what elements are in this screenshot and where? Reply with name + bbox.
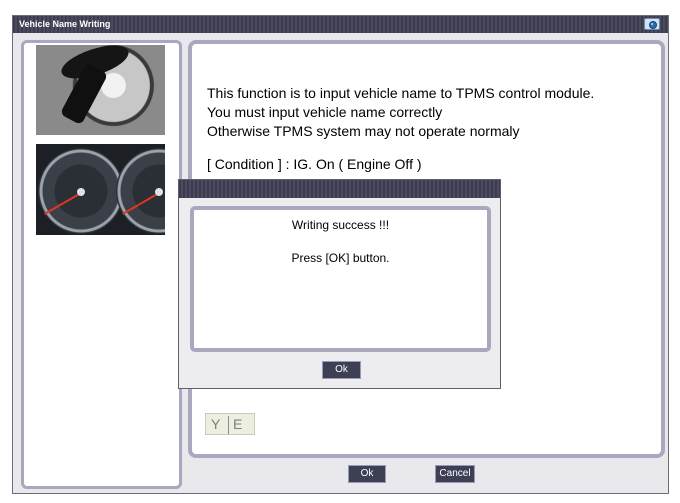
char-cell-divider — [228, 416, 229, 434]
instruction-line-3: Otherwise TPMS system may not operate no… — [207, 123, 520, 139]
window-titlebar: Vehicle Name Writing — [13, 16, 668, 33]
writing-success-dialog: Writing success !!! Press [OK] button. O… — [178, 179, 501, 389]
dialog-titlebar — [179, 180, 500, 198]
ignition-key-photo — [36, 45, 165, 135]
ok-button[interactable]: Ok — [348, 465, 386, 483]
vehicle-name-char-1: Y — [211, 416, 221, 432]
camera-icon[interactable] — [644, 18, 660, 30]
cancel-button[interactable]: Cancel — [435, 465, 475, 483]
tachometer-hub — [77, 188, 85, 196]
instruction-line-1: This function is to input vehicle name t… — [207, 85, 595, 101]
dialog-message-panel: Writing success !!! Press [OK] button. — [190, 206, 491, 352]
vehicle-name-char-2: E — [233, 416, 243, 432]
condition-line: [ Condition ] : IG. On ( Engine Off ) — [207, 156, 422, 172]
instruction-line-2: You must input vehicle name correctly — [207, 104, 443, 120]
dialog-message-line-1: Writing success !!! — [291, 218, 390, 232]
instrument-cluster-photo — [36, 144, 165, 235]
speedometer-hub — [155, 188, 163, 196]
vehicle-name-input[interactable]: Y E — [205, 413, 255, 435]
window-title: Vehicle Name Writing — [19, 19, 111, 29]
dialog-ok-button[interactable]: Ok — [322, 361, 361, 379]
dialog-message-line-2: Press [OK] button. — [291, 251, 390, 265]
